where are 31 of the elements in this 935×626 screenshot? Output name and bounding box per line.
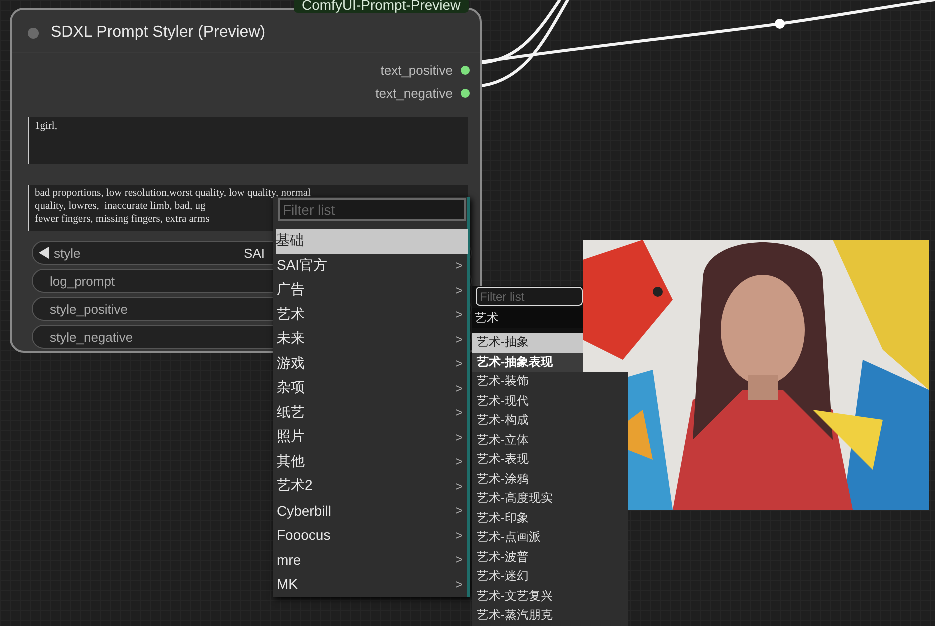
widget-label: log_prompt (49, 274, 116, 288)
menu-item[interactable]: mre > (277, 548, 467, 572)
collapse-dot-icon[interactable] (28, 28, 39, 38)
menu-item[interactable]: 未来 > (277, 327, 467, 352)
output-label: text_negative (376, 86, 453, 101)
menu-item[interactable]: MK > (277, 572, 467, 596)
widget-label: style (54, 246, 81, 260)
left-arrow-icon[interactable] (39, 247, 49, 259)
node-badge: ComfyUI-Prompt-Preview (294, 0, 469, 13)
filter-field[interactable]: Filter list (278, 198, 466, 221)
submenu-header: 艺术 (472, 308, 583, 328)
menu-item[interactable]: 艺术-抽象 (472, 333, 583, 352)
menu-item[interactable]: 艺术2 > (277, 474, 467, 498)
menu-item[interactable]: 基础 (276, 229, 468, 254)
menu-item[interactable]: 艺术-抽象表现 (472, 352, 583, 372)
menu-item[interactable]: 其他 > (277, 450, 467, 474)
widget-value: SAI (244, 246, 265, 260)
menu-item[interactable]: 游戏 > (277, 352, 467, 376)
reroute-dot[interactable] (775, 19, 785, 29)
menu-item[interactable]: 照片 > (277, 425, 467, 450)
menu-item[interactable]: 纸艺 > (277, 400, 467, 425)
widget-label: style_positive (49, 302, 128, 316)
output-slot-dot[interactable] (461, 89, 470, 98)
widget-label: style_negative (49, 330, 134, 344)
node-title: SDXL Prompt Styler (Preview) (51, 24, 266, 42)
menu-item[interactable]: Cyberbill > (277, 498, 467, 523)
menu-item[interactable]: 杂项 > (277, 376, 467, 400)
output-slot-dot[interactable] (461, 66, 470, 75)
menu-item[interactable]: Fooocus > (277, 523, 467, 548)
prompt-textarea[interactable]: 1girl, (28, 117, 468, 164)
output-label: text_positive (380, 63, 453, 78)
